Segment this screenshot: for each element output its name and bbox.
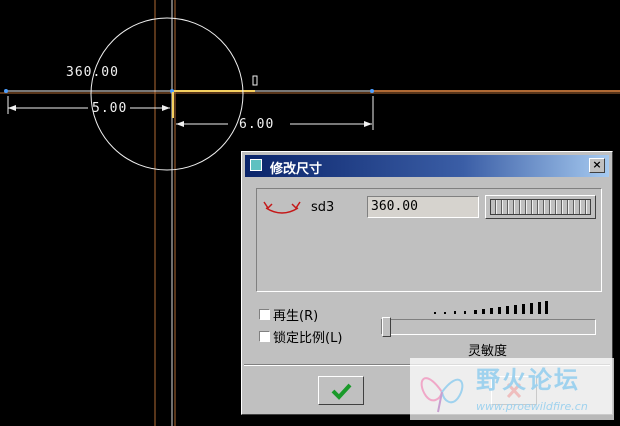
watermark-url: www.proewildfire.cn — [476, 400, 588, 413]
angle-dimension-icon — [263, 201, 301, 214]
sketch-vertex[interactable] — [370, 89, 374, 93]
left-dimension-text[interactable]: 5.00 — [92, 102, 127, 116]
butterfly-logo-icon — [420, 377, 464, 413]
checkmark-icon — [331, 383, 352, 400]
dialog-title-bar[interactable]: 修改尺寸 × — [245, 155, 609, 177]
sensitivity-label: 灵敏度 — [468, 344, 508, 359]
forum-watermark: 野火论坛 www.proewildfire.cn — [410, 358, 614, 420]
angle-dimension-text[interactable]: 360.00 — [66, 66, 119, 80]
regenerate-checkbox[interactable] — [259, 309, 270, 320]
dialog-title: 修改尺寸 — [270, 162, 323, 177]
right-dimension-text[interactable]: 6.00 — [239, 118, 274, 132]
sketch-vertex[interactable] — [4, 89, 8, 93]
window-icon — [250, 159, 262, 171]
sensitivity-scale-icon — [434, 301, 548, 314]
watermark-title: 野火论坛 — [476, 366, 580, 394]
thumbwheel-control[interactable] — [485, 195, 596, 219]
ok-button[interactable] — [318, 376, 364, 405]
close-button[interactable]: × — [589, 158, 605, 173]
sensitivity-slider[interactable] — [381, 317, 596, 337]
sketch-circle[interactable] — [90, 17, 244, 171]
regenerate-label[interactable]: 再生(R) — [273, 305, 318, 324]
lock-scale-label[interactable]: 锁定比例(L) — [273, 327, 342, 346]
dimension-6-graphics — [176, 96, 374, 130]
sensitivity-slider-thumb[interactable] — [382, 317, 391, 337]
lock-scale-checkbox[interactable] — [259, 331, 270, 342]
circle-marker — [252, 75, 258, 86]
dimension-5-graphics — [7, 96, 170, 114]
thumbwheel-grip — [490, 199, 591, 215]
dimension-name: sd3 — [311, 200, 335, 215]
dimension-value-input[interactable]: 360.00 — [367, 196, 479, 218]
